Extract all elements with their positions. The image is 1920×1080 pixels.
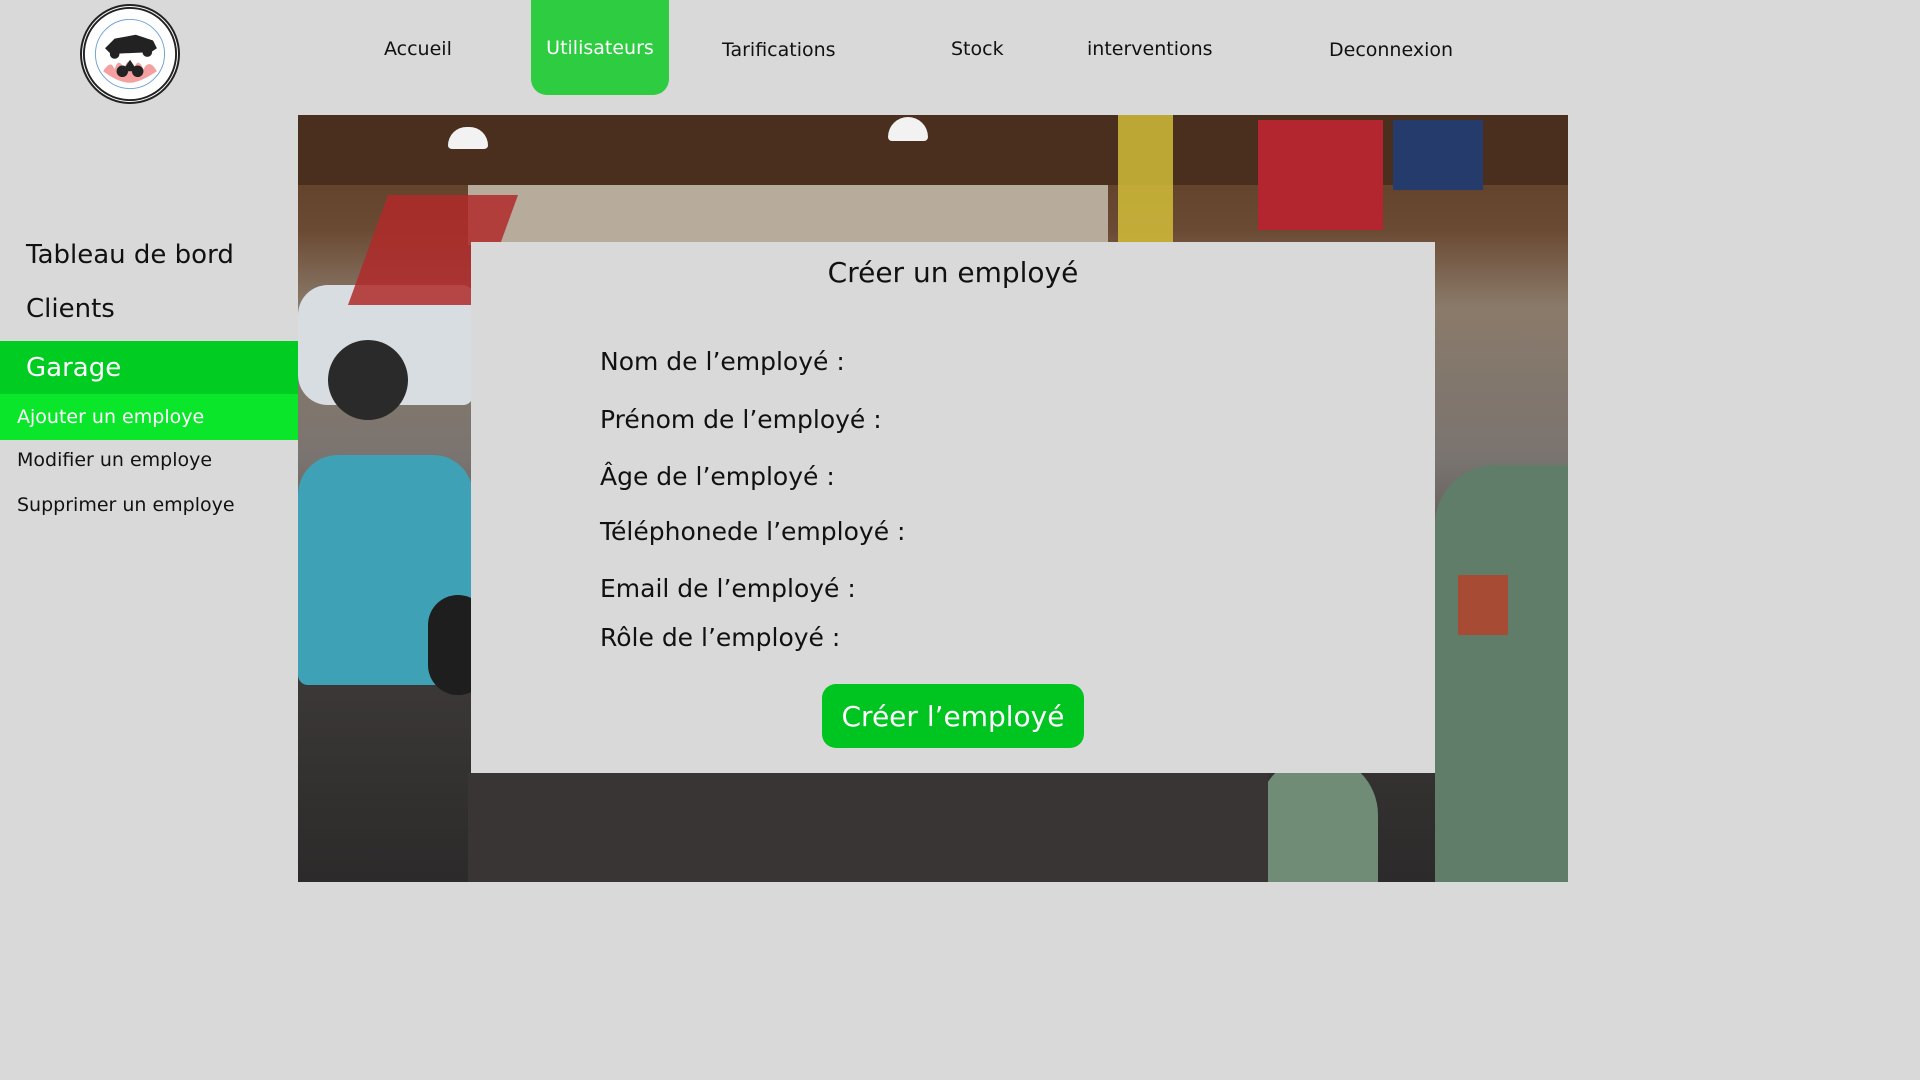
nav-interventions[interactable]: interventions bbox=[1087, 38, 1213, 60]
nav-accueil[interactable]: Accueil bbox=[384, 38, 452, 60]
field-label-nom: Nom de l’employé : bbox=[600, 347, 845, 376]
create-employee-panel: Créer un employé Nom de l’employé : Prén… bbox=[471, 242, 1435, 773]
sidebar-item-garage[interactable]: Garage bbox=[0, 341, 298, 394]
nav-deconnexion[interactable]: Deconnexion bbox=[1329, 39, 1453, 61]
nav-stock[interactable]: Stock bbox=[951, 38, 1004, 60]
create-employee-button[interactable]: Créer l’employé bbox=[822, 684, 1084, 748]
field-label-email: Email de l’employé : bbox=[600, 574, 856, 603]
panel-title: Créer un employé bbox=[827, 256, 1079, 289]
field-label-telephone: Téléphonede l’employé : bbox=[600, 517, 906, 546]
sidebar-item-clients[interactable]: Clients bbox=[0, 294, 298, 324]
sidebar-subitem-ajouter-employe[interactable]: Ajouter un employe bbox=[0, 394, 298, 440]
nav-utilisateurs[interactable]: Utilisateurs bbox=[531, 0, 669, 95]
field-label-role: Rôle de l’employé : bbox=[600, 623, 841, 652]
field-label-age: Âge de l’employé : bbox=[600, 462, 835, 491]
nav-tarifications[interactable]: Tarifications bbox=[722, 39, 836, 61]
sidebar-subitem-modifier-employe[interactable]: Modifier un employe bbox=[17, 449, 212, 471]
sidebar-subitem-supprimer-employe[interactable]: Supprimer un employe bbox=[17, 494, 235, 516]
sidebar-item-tableau-de-bord[interactable]: Tableau de bord bbox=[0, 240, 298, 270]
field-label-prenom: Prénom de l’employé : bbox=[600, 405, 882, 434]
garage-logo-icon[interactable] bbox=[80, 4, 180, 104]
